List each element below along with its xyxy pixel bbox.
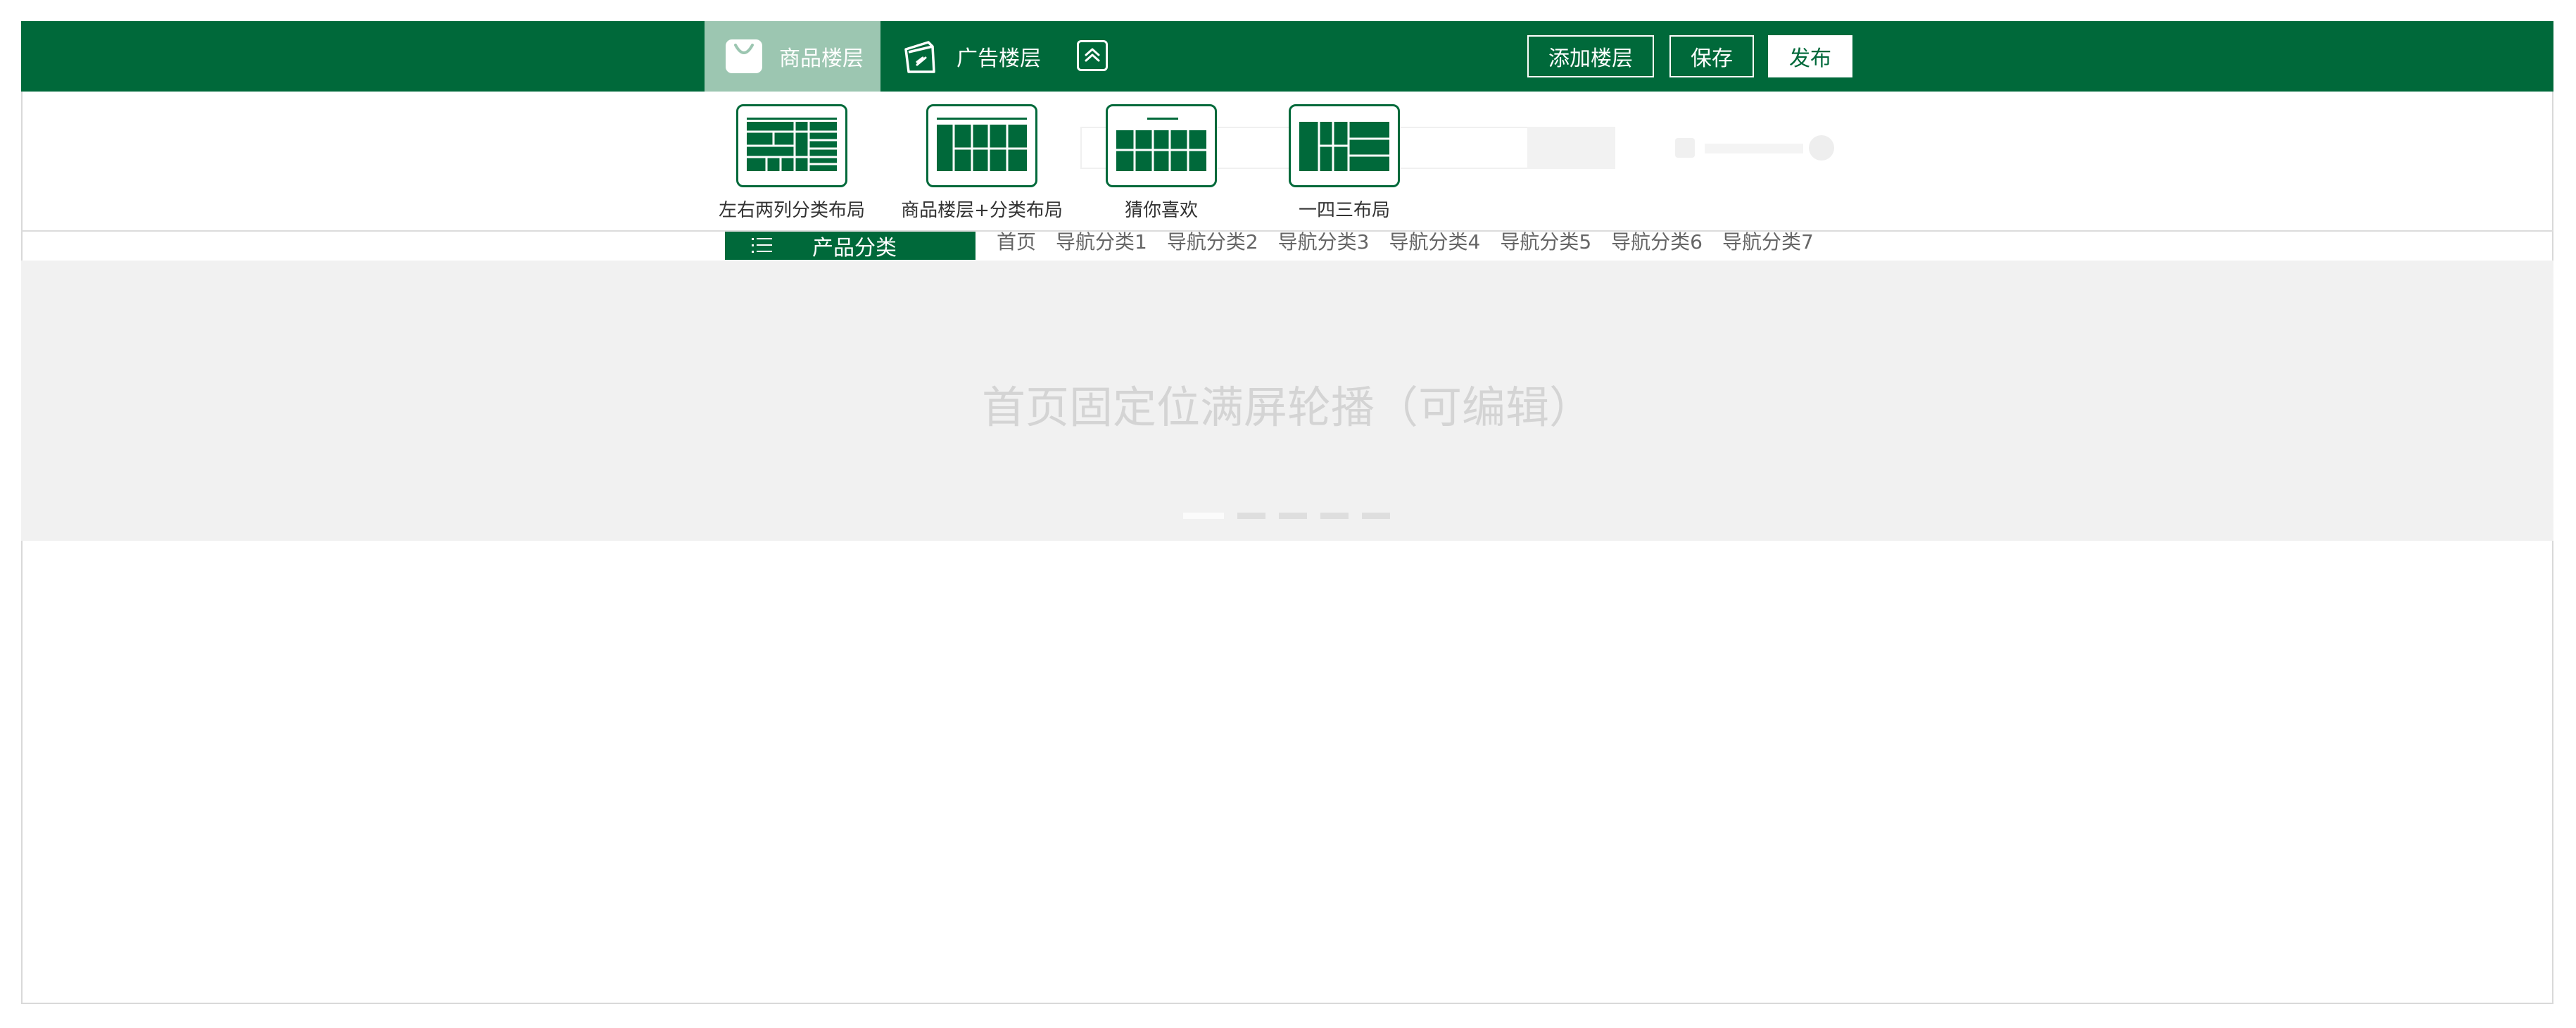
tab-ad-floor[interactable]: 广告楼层 [880,21,1049,92]
nav-item[interactable]: 导航分类3 [1278,227,1370,255]
tab-label: 广告楼层 [956,46,1041,71]
layout-label: 一四三布局 [1298,200,1391,221]
layout-card[interactable] [1289,104,1400,187]
tab-label: 商品楼层 [779,46,864,71]
layout-card[interactable] [926,104,1037,187]
carousel-indicators [1183,513,1403,519]
publish-button[interactable]: 发布 [1768,35,1852,77]
two-column-layout-icon [747,118,837,171]
layout-label: 左右两列分类布局 [718,200,866,221]
product-category-button[interactable]: 产品分类 [725,232,976,261]
cart-placeholder [1675,135,1837,161]
carousel-dot-4[interactable] [1320,513,1349,519]
layout-option-one-four-three[interactable]: 一四三布局 [1288,104,1401,221]
banner-text: 首页固定位满屏轮播（可编辑） [981,382,1593,433]
shopping-bag-icon [726,39,762,73]
layout-label: 商品楼层+分类布局 [901,200,1063,221]
one-four-three-layout-icon [1299,122,1389,171]
nav-item[interactable]: 导航分类4 [1389,227,1481,255]
cart-count-badge [1809,135,1834,161]
banner-carousel[interactable]: 首页固定位满屏轮播（可编辑） [21,261,2553,541]
save-button[interactable]: 保存 [1669,35,1754,77]
layout-label: 猜你喜欢 [1124,200,1199,221]
recommend-layout-icon [1116,118,1206,171]
carousel-dot-3[interactable] [1279,513,1307,519]
cart-icon [1675,138,1695,158]
nav-bar: 首页 导航分类1 导航分类2 导航分类3 导航分类4 导航分类5 导航分类6 导… [997,227,1833,255]
chevron-up-icon [1085,48,1100,62]
search-button-placeholder [1527,127,1615,169]
nav-item[interactable]: 导航分类7 [1722,227,1814,255]
carousel-dot-5[interactable] [1362,513,1390,519]
layout-option-two-column[interactable]: 左右两列分类布局 [714,104,869,221]
layout-card[interactable] [736,104,847,187]
floor-category-layout-icon [937,118,1027,171]
layout-option-recommend[interactable]: 猜你喜欢 [1105,104,1218,221]
tab-goods-floor[interactable]: 商品楼层 [705,21,880,92]
add-floor-button[interactable]: 添加楼层 [1527,35,1654,77]
ad-card-icon [904,41,935,73]
nav-item-home[interactable]: 首页 [997,227,1036,255]
layout-option-floor-category[interactable]: 商品楼层+分类布局 [901,104,1063,221]
layout-card[interactable] [1106,104,1217,187]
nav-item[interactable]: 导航分类2 [1167,227,1258,255]
category-button-label: 产品分类 [812,236,897,261]
carousel-dot-1[interactable] [1183,513,1224,519]
menu-list-icon [752,238,772,253]
nav-item[interactable]: 导航分类1 [1056,227,1147,255]
collapse-button[interactable] [1077,40,1108,71]
nav-item[interactable]: 导航分类6 [1611,227,1703,255]
carousel-dot-2[interactable] [1237,513,1265,519]
editor-toolbar: 商品楼层 广告楼层 添加楼层 保存 发布 [21,21,2553,92]
nav-item[interactable]: 导航分类5 [1500,227,1591,255]
